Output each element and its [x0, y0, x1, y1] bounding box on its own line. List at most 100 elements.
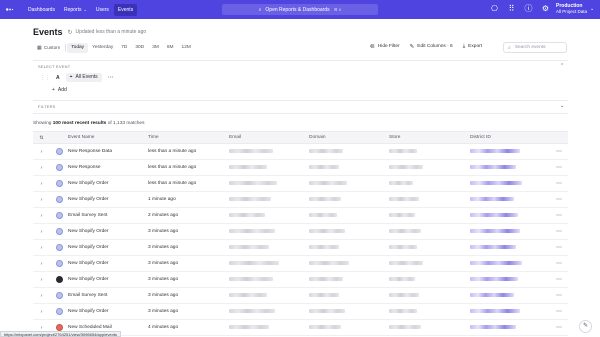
column-header-domain[interactable]: Domain	[309, 135, 389, 140]
edit-fab-icon[interactable]: ✎	[579, 320, 592, 333]
apps-grid-icon[interactable]: ⠿	[507, 4, 516, 13]
table-row[interactable]: › Email Survey Sent 3 minutes ago ⋯	[33, 288, 568, 304]
hide-filter-button[interactable]: ⋹ Hide Filter	[370, 44, 400, 50]
event-name-cell: New Shopify Order	[68, 309, 109, 314]
all-events-chip[interactable]: ⌖ All Events	[65, 73, 102, 82]
more-options-icon[interactable]: ⋯	[550, 212, 568, 219]
more-options-icon[interactable]: ⋯	[550, 164, 568, 171]
expand-row-icon[interactable]: ›	[33, 261, 50, 267]
time-filter-today[interactable]: Today	[67, 43, 89, 53]
redacted-value	[470, 324, 516, 329]
mixpanel-logo-icon[interactable]	[6, 6, 14, 13]
column-header-time[interactable]: Time	[148, 135, 229, 140]
export-button[interactable]: ⤓ Export	[463, 43, 482, 50]
table-row[interactable]: › New Shopify Order 3 minutes ago ⋯	[33, 256, 568, 272]
avatar-cell	[50, 212, 68, 219]
redacted-value	[389, 276, 415, 281]
expand-row-icon[interactable]: ›	[33, 197, 50, 203]
column-header-event-name[interactable]: Event Name	[68, 135, 148, 140]
custom-range-button[interactable]: ▦ Custom	[33, 43, 64, 53]
column-header-email[interactable]: Email	[229, 135, 309, 140]
avatar-cell	[50, 292, 68, 299]
expand-row-icon[interactable]: ›	[33, 277, 50, 283]
expand-row-icon[interactable]: ›	[33, 325, 50, 331]
table-row[interactable]: › New Shopify Order 1 minute ago ⋯	[33, 192, 568, 208]
more-options-icon[interactable]: ⋯	[550, 196, 568, 203]
redacted-value	[229, 276, 273, 281]
email-cell	[229, 260, 309, 266]
project-switcher[interactable]: Production All Project Data	[556, 3, 587, 15]
expand-row-icon[interactable]: ›	[33, 309, 50, 315]
redacted-value	[229, 212, 265, 217]
event-name-cell: New Shopify Order	[68, 181, 109, 186]
store-cell	[389, 292, 470, 298]
settings-gear-icon[interactable]: ⚙	[541, 4, 550, 13]
search-events-input[interactable]: ⌕ Search events	[503, 42, 567, 53]
expand-row-icon[interactable]: ›	[33, 181, 50, 187]
expand-row-icon[interactable]: ›	[33, 149, 50, 155]
divider	[33, 113, 568, 114]
redacted-value	[309, 212, 337, 217]
refresh-icon[interactable]: ↻	[68, 29, 73, 36]
table-row[interactable]: › Email Survey Sent 2 minutes ago ⋯	[33, 208, 568, 224]
global-search-bar[interactable]: ⌕ Open Reports & Dashboards ⌘ K	[222, 4, 378, 15]
store-cell	[389, 244, 470, 250]
expand-row-icon[interactable]: ›	[33, 245, 50, 251]
nav-item-users[interactable]: Users	[92, 4, 113, 16]
search-icon: ⌕	[508, 44, 511, 51]
more-options-icon[interactable]: ⋯	[550, 228, 568, 235]
domain-cell	[309, 196, 389, 202]
more-options-icon[interactable]: ⋯	[108, 74, 114, 81]
expand-row-icon[interactable]: ›	[33, 165, 50, 171]
table-row[interactable]: › New Shopify Order less than a minute ago…	[33, 176, 568, 192]
expand-row-icon[interactable]: ›	[33, 293, 50, 299]
more-options-icon[interactable]: ⋯	[550, 292, 568, 299]
time-filter-yesterday[interactable]: Yesterday	[88, 43, 117, 53]
expand-all-icon[interactable]: ⇅	[33, 135, 50, 141]
help-icon[interactable]: ⓘ	[524, 4, 533, 13]
time-filter-12m[interactable]: 12M	[178, 43, 195, 53]
add-event-button[interactable]: + Add	[52, 87, 67, 93]
redacted-value	[389, 260, 423, 265]
chevron-down-icon[interactable]: ⌄	[590, 6, 594, 12]
redacted-value	[470, 148, 520, 153]
column-header-district-id[interactable]: District ID	[470, 135, 550, 140]
more-options-icon[interactable]: ⋯	[550, 308, 568, 315]
expand-row-icon[interactable]: ›	[33, 213, 50, 219]
domain-cell	[309, 276, 389, 282]
time-filter-7d[interactable]: 7D	[117, 43, 131, 53]
nav-item-dashboards[interactable]: Dashboards	[24, 4, 59, 16]
table-row[interactable]: › New Shopify Order 3 minutes ago ⋯	[33, 224, 568, 240]
more-options-icon[interactable]: ⋯	[550, 148, 568, 155]
expand-row-icon[interactable]: ›	[33, 229, 50, 235]
avatar-cell	[50, 164, 68, 171]
time-cell: less than a minute ago	[148, 149, 197, 154]
more-options-icon[interactable]: ⋯	[550, 260, 568, 267]
notifications-icon[interactable]: ⎔	[490, 4, 499, 13]
nav-item-reports[interactable]: Reports ⌄	[60, 4, 91, 16]
column-header-store[interactable]: Store	[389, 135, 470, 140]
chevron-down-icon[interactable]: ⌄	[560, 103, 564, 109]
table-row[interactable]: › New Shopify Order 3 minutes ago ⋯	[33, 272, 568, 288]
chevron-up-icon[interactable]: ⌃	[560, 63, 564, 69]
table-row[interactable]: › New Response Data less than a minute ago…	[33, 144, 568, 160]
more-options-icon[interactable]: ⋯	[550, 324, 568, 331]
more-options-icon[interactable]: ⋯	[550, 276, 568, 283]
time-filter-3m[interactable]: 3M	[148, 43, 163, 53]
domain-cell	[309, 148, 389, 154]
drag-handle-icon[interactable]: ⋮⋮	[40, 75, 50, 81]
redacted-value	[470, 244, 516, 249]
more-options-icon[interactable]: ⋯	[550, 244, 568, 251]
table-row[interactable]: › New Shopify Order 3 minutes ago ⋯	[33, 240, 568, 256]
more-options-icon[interactable]: ⋯	[550, 180, 568, 187]
nav-item-events[interactable]: Events	[113, 3, 138, 16]
edit-columns-button[interactable]: ✎ Edit Columns · 6	[410, 44, 453, 50]
time-filter-6m[interactable]: 6M	[163, 43, 178, 53]
avatar	[55, 324, 63, 331]
time-filter-30d[interactable]: 30D	[131, 43, 148, 53]
table-row[interactable]: › New Response less than a minute ago ⋯	[33, 160, 568, 176]
select-event-label: SELECT EVENT	[38, 64, 71, 69]
district-id-cell	[470, 148, 550, 154]
table-row[interactable]: › New Shopify Order 3 minutes ago ⋯	[33, 304, 568, 320]
shortcut-hint: ⌘ K	[333, 7, 342, 12]
